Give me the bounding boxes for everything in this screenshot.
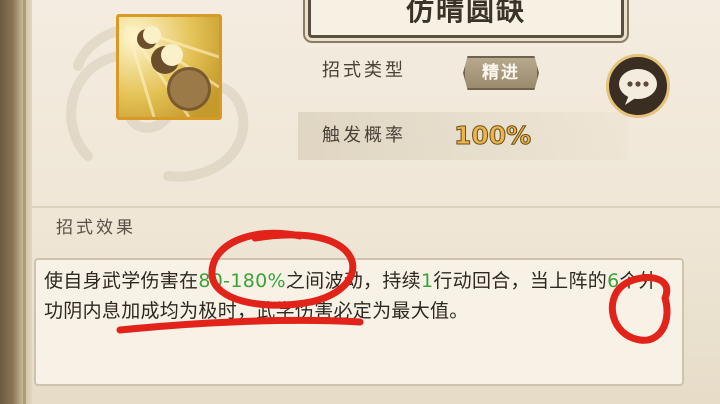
skill-type-label: 招式类型 bbox=[322, 60, 406, 81]
section-divider bbox=[32, 206, 720, 208]
trigger-rate-row: 触发概率 100% bbox=[298, 112, 628, 160]
skill-title: 仿晴圆缺 bbox=[308, 0, 624, 38]
effect-segment-highlight: 6 bbox=[607, 270, 620, 292]
effect-section-label: 招式效果 bbox=[56, 218, 136, 238]
chat-button[interactable] bbox=[606, 54, 670, 118]
left-frame-border bbox=[0, 0, 32, 404]
trigger-rate-value: 100% bbox=[453, 121, 532, 151]
effect-description-text: 使自身武学伤害在80-180%之间波动，持续1行动回合，当上阵的6个外功阴内息加… bbox=[44, 266, 674, 326]
effect-segment: 使自身武学伤害在 bbox=[44, 270, 199, 292]
effect-segment: 行动回合，当上阵的 bbox=[433, 270, 608, 292]
effect-segment-highlight: 80-180% bbox=[198, 270, 286, 292]
speech-bubble-icon bbox=[619, 69, 657, 105]
effect-segment-highlight: 1 bbox=[420, 270, 434, 292]
effect-segment: 之间波动，持续 bbox=[285, 270, 421, 292]
skill-type-row: 招式类型 精进 bbox=[298, 48, 618, 94]
moon-phases-skill-icon bbox=[116, 14, 222, 120]
skill-type-badge: 精进 bbox=[463, 56, 539, 90]
trigger-rate-label: 触发概率 bbox=[322, 125, 406, 146]
